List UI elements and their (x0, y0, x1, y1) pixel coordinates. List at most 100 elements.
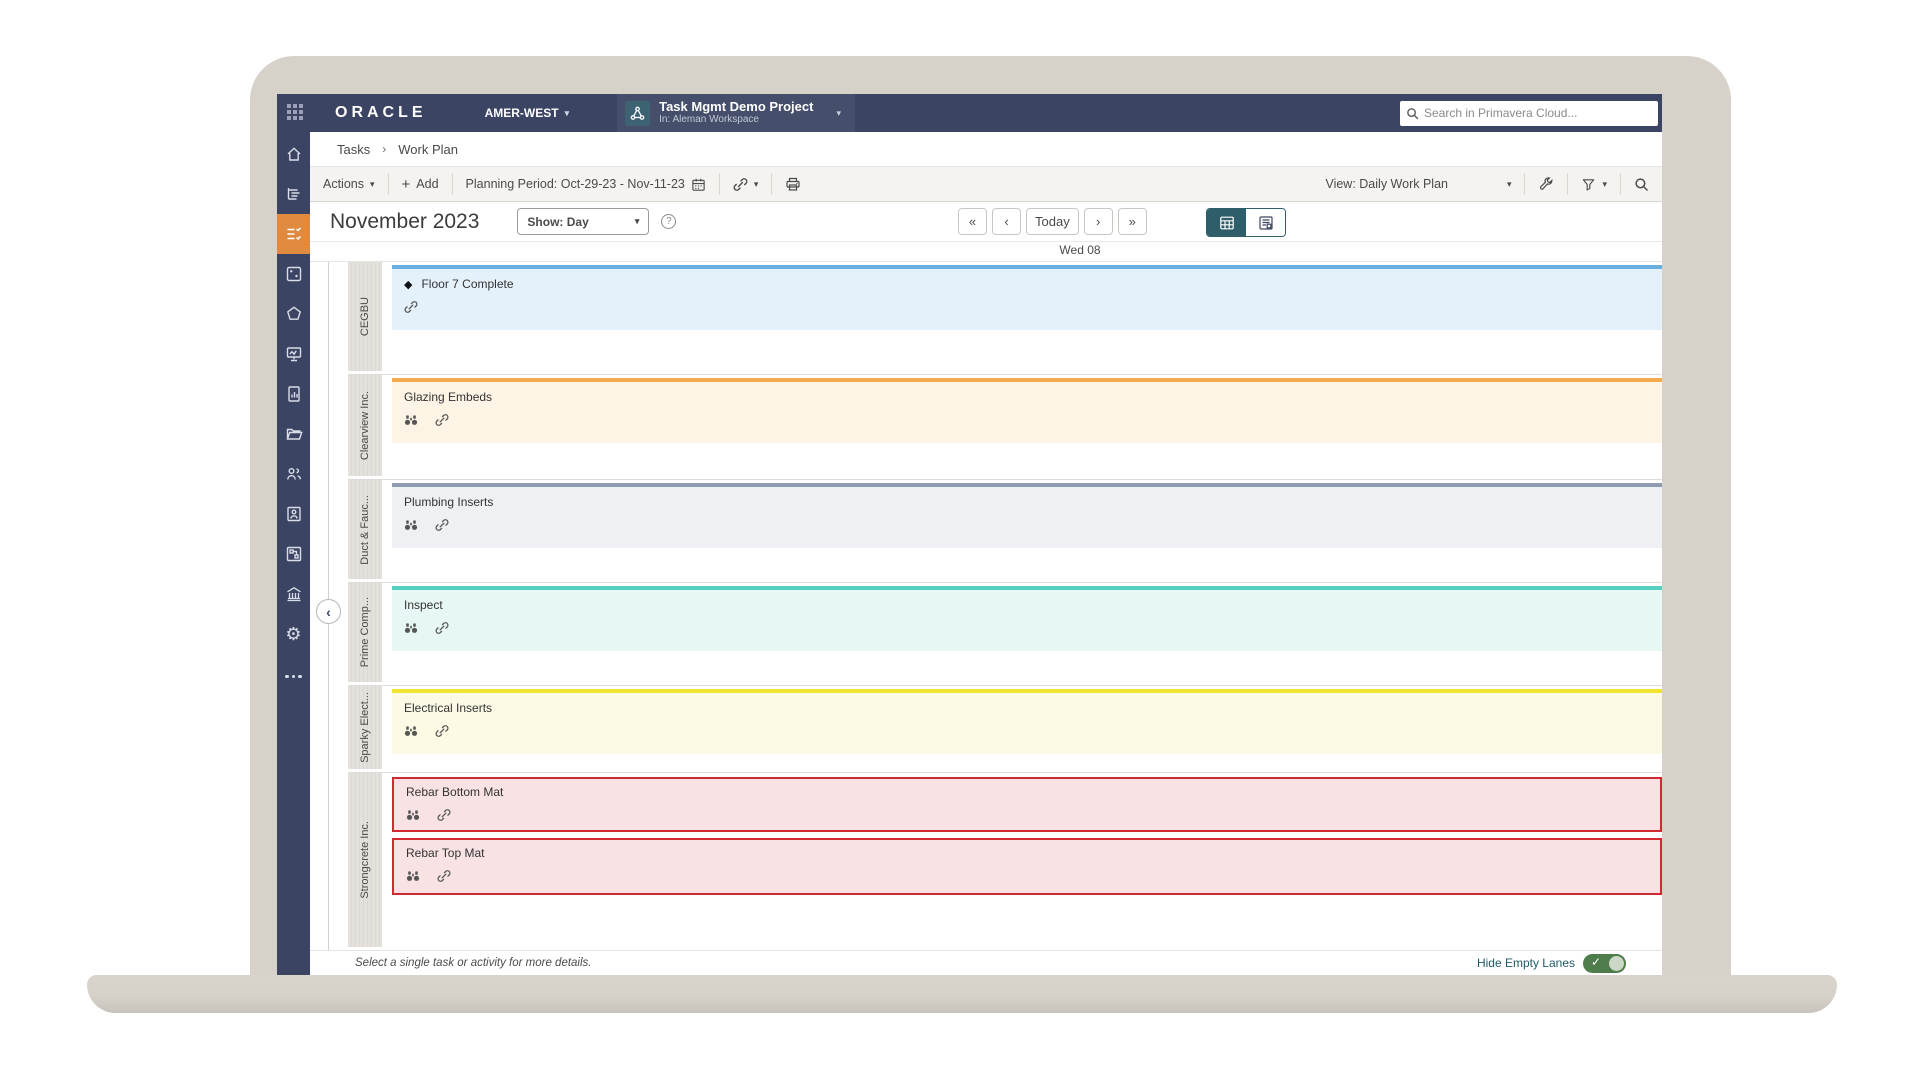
link-icon[interactable] (404, 300, 418, 314)
hierarchy-list-icon (285, 185, 303, 203)
task-list-check-icon (285, 225, 303, 243)
task-bar-floor-7-complete[interactable]: ◆ Floor 7 Complete (392, 265, 1662, 330)
actions-menu-button[interactable]: Actions ▾ (310, 167, 388, 201)
swimlane-strongcrete: Strongcrete Inc. Rebar Bottom Mat Reba (348, 773, 1662, 950)
actions-label: Actions (323, 177, 364, 191)
filter-button[interactable]: ▾ (1568, 167, 1620, 201)
binoculars-icon[interactable] (406, 869, 420, 883)
project-selector[interactable]: Task Mgmt Demo Project In: Aleman Worksp… (617, 94, 855, 132)
show-interval-select[interactable]: Show: Day ▾ (517, 208, 649, 235)
prev-day-button[interactable]: ‹ (992, 208, 1021, 235)
sidebar-item-scope[interactable] (277, 254, 310, 294)
lane-label: Duct & Fauc... (348, 480, 382, 582)
search-input[interactable] (1424, 106, 1652, 120)
lane-body: ◆ Floor 7 Complete (382, 262, 1662, 374)
workflow-nodes-icon (285, 545, 303, 563)
help-icon[interactable]: ? (661, 214, 676, 229)
task-bar-rebar-top-mat[interactable]: Rebar Top Mat (392, 838, 1662, 895)
sidebar-item-risk[interactable] (277, 294, 310, 334)
chevron-down-icon: ▾ (836, 108, 841, 119)
sidebar-item-more[interactable] (277, 654, 310, 694)
lane-body: Plumbing Inserts (382, 480, 1662, 582)
binoculars-icon[interactable] (406, 808, 420, 822)
link-tool-button[interactable]: ▾ (720, 167, 772, 201)
next-day-button[interactable]: › (1084, 208, 1113, 235)
chevron-down-icon: ▾ (565, 108, 570, 119)
app-grid-icon[interactable] (287, 104, 305, 122)
swimlane-duct-fauc: Duct & Fauc... Plumbing Inserts (348, 480, 1662, 583)
sidebar-item-dashboards[interactable] (277, 334, 310, 374)
task-bar-electrical-inserts[interactable]: Electrical Inserts (392, 689, 1662, 754)
org-selector-label: AMER-WEST (485, 106, 559, 120)
plus-icon: + (402, 176, 411, 193)
lane-label: Prime Comp... (348, 583, 382, 685)
swimlane-clearview: Clearview Inc. Glazing Embeds (348, 375, 1662, 480)
month-title: November 2023 (330, 210, 479, 234)
org-selector[interactable]: AMER-WEST ▾ (485, 106, 570, 120)
hide-empty-lanes-label: Hide Empty Lanes (1477, 956, 1575, 970)
hide-empty-lanes-toggle[interactable]: ✓ (1583, 954, 1626, 973)
print-button[interactable] (772, 167, 814, 201)
sidebar-item-organization[interactable] (277, 574, 310, 614)
next-period-button[interactable]: » (1118, 208, 1147, 235)
breadcrumb: Tasks › Work Plan (310, 132, 1662, 167)
page-toolbar: Actions ▾ + Add Planning Period: Oct-29-… (310, 167, 1662, 202)
sidebar-item-home[interactable] (277, 134, 310, 174)
global-search (1400, 101, 1658, 126)
customize-button[interactable] (1525, 167, 1567, 201)
link-icon[interactable] (435, 413, 449, 427)
toggle-knob (1609, 956, 1624, 971)
lane-label: Clearview Inc. (348, 375, 382, 479)
lane-stack: CEGBU ◆ Floor 7 Complete (348, 262, 1662, 950)
people-icon (285, 465, 303, 483)
task-bar-rebar-bottom-mat[interactable]: Rebar Bottom Mat (392, 777, 1662, 832)
magnifier-icon (1634, 177, 1649, 192)
list-view-toggle[interactable] (1246, 209, 1285, 236)
task-bar-glazing-embeds[interactable]: Glazing Embeds (392, 378, 1662, 443)
task-name: Floor 7 Complete (421, 277, 513, 291)
sidebar-item-workflows[interactable] (277, 534, 310, 574)
chevron-down-icon: ▾ (1507, 179, 1512, 190)
breadcrumb-tasks[interactable]: Tasks (337, 142, 370, 157)
link-icon[interactable] (437, 808, 451, 822)
sidebar-item-roles[interactable] (277, 494, 310, 534)
home-icon (285, 145, 303, 163)
sidebar-item-tasks-active[interactable] (277, 214, 310, 254)
report-document-icon (285, 385, 303, 403)
link-icon[interactable] (435, 518, 449, 532)
oracle-logo[interactable]: ORACLE (335, 104, 427, 122)
link-icon[interactable] (437, 869, 451, 883)
binoculars-icon[interactable] (404, 518, 418, 532)
sidebar-item-files[interactable] (277, 414, 310, 454)
view-selector[interactable]: View: Daily Work Plan ▾ (1312, 167, 1524, 201)
collapse-panel-button[interactable]: ‹ (316, 599, 341, 624)
link-icon[interactable] (435, 724, 449, 738)
chevron-down-icon: ▾ (1602, 179, 1607, 190)
lane-gutter: ‹ (310, 262, 348, 950)
task-bar-plumbing-inserts[interactable]: Plumbing Inserts (392, 483, 1662, 548)
status-bar: Select a single task or activity for mor… (310, 950, 1662, 975)
search-tool-button[interactable] (1621, 167, 1662, 201)
lane-body: Glazing Embeds (382, 375, 1662, 479)
date-nav-group: « ‹ Today › » (958, 208, 1147, 235)
check-icon: ✓ (1591, 955, 1601, 969)
prev-period-button[interactable]: « (958, 208, 987, 235)
pentagon-icon (285, 305, 303, 323)
sidebar-item-resources[interactable] (277, 454, 310, 494)
planning-period-button[interactable]: Planning Period: Oct-29-23 - Nov-11-23 (453, 167, 719, 201)
link-icon[interactable] (435, 621, 449, 635)
add-button[interactable]: + Add (389, 167, 452, 201)
printer-icon (785, 176, 801, 192)
sidebar-item-settings[interactable]: ⚙ (277, 614, 310, 654)
link-icon (733, 177, 748, 192)
calendar-view-toggle[interactable] (1207, 209, 1246, 236)
add-label: Add (416, 177, 438, 191)
today-button[interactable]: Today (1026, 208, 1079, 235)
sidebar-item-reports[interactable] (277, 374, 310, 414)
binoculars-icon[interactable] (404, 621, 418, 635)
task-bar-inspect[interactable]: Inspect (392, 586, 1662, 651)
binoculars-icon[interactable] (404, 413, 418, 427)
sidebar-item-wbs[interactable] (277, 174, 310, 214)
binoculars-icon[interactable] (404, 724, 418, 738)
lane-body: Inspect (382, 583, 1662, 685)
